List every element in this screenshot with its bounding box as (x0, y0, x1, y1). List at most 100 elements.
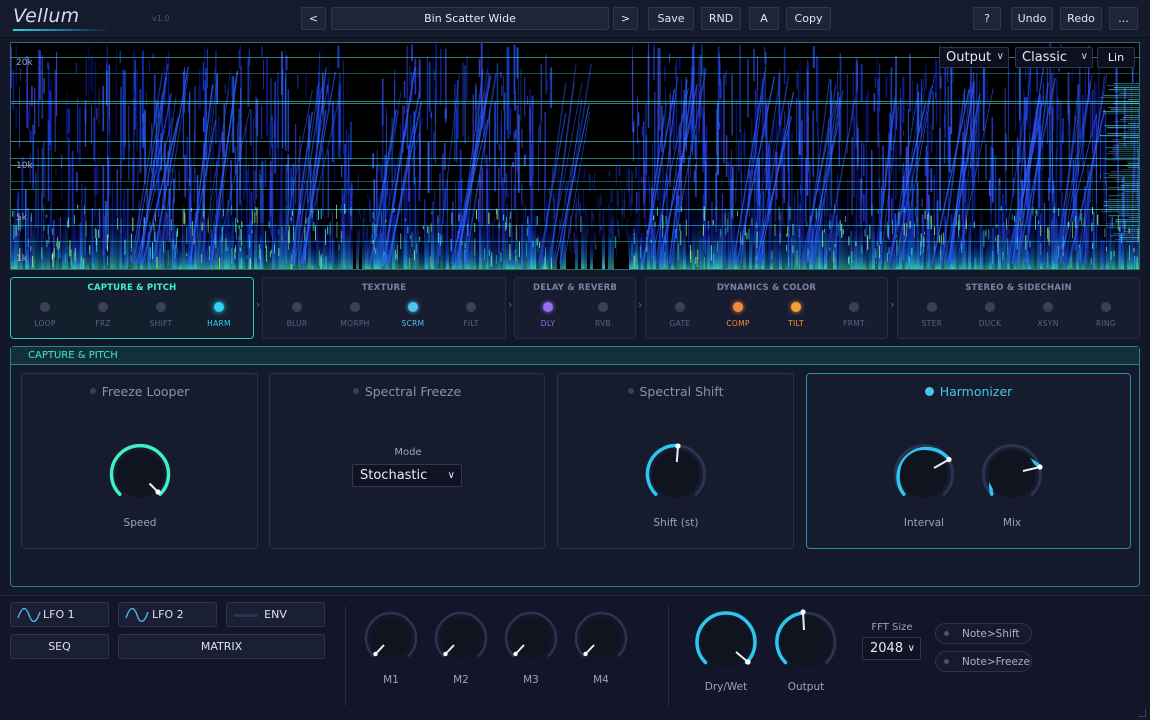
knob-body (900, 450, 948, 498)
slot-frmt[interactable]: FRMT (834, 302, 874, 328)
interval-knob[interactable] (890, 440, 958, 508)
card-freeze-looper[interactable]: Freeze Looper Speed (21, 373, 258, 549)
copy-button[interactable]: Copy (786, 7, 831, 30)
sine-wave-icon (17, 608, 41, 622)
undo-button[interactable]: Undo (1011, 7, 1053, 30)
power-indicator[interactable] (89, 388, 96, 394)
save-button[interactable]: Save (648, 7, 694, 30)
next-preset-button[interactable]: > (613, 7, 638, 30)
power-indicator[interactable] (924, 387, 934, 396)
power-indicator[interactable] (627, 388, 634, 394)
knob-handle (1037, 464, 1043, 470)
slot-harm[interactable]: HARM (199, 302, 239, 328)
note-freeze-label: Note>Freeze (962, 655, 1030, 668)
mode-select[interactable]: Stochastic ∨ (352, 464, 462, 487)
slot-ring[interactable]: RING (1086, 302, 1126, 328)
slot-scrm[interactable]: SCRM (393, 302, 433, 328)
slot-comp[interactable]: COMP (718, 302, 758, 328)
lfo2-button[interactable]: LFO 2 (118, 602, 217, 627)
macro-m1-knob[interactable] (362, 609, 420, 667)
env-button[interactable]: ENV (226, 602, 325, 627)
slot-blur[interactable]: BLUR (277, 302, 317, 328)
macro-m3-knob[interactable] (502, 609, 560, 667)
randomize-button[interactable]: RND (701, 7, 741, 30)
card-title[interactable]: Harmonizer (807, 384, 1130, 399)
macro-m4-knob[interactable] (572, 609, 630, 667)
module-title: STEREO & SIDECHAIN (965, 283, 1072, 293)
mix-knob[interactable] (978, 440, 1046, 508)
slot-duck[interactable]: DUCK (970, 302, 1010, 328)
card-title[interactable]: Spectral Shift (558, 384, 793, 399)
slot-frz[interactable]: FRZ (83, 302, 123, 328)
chevron-down-icon: ∨ (447, 470, 455, 481)
header-bar: Vellum v1.0 < Bin Scatter Wide > Save RN… (0, 0, 1150, 38)
note-shift-toggle[interactable]: Note>Shift (935, 623, 1032, 644)
mode-label: Mode (394, 447, 422, 458)
card-spectral-freeze[interactable]: Spectral Freeze Mode Stochastic ∨ (269, 373, 545, 549)
slot-label: STER (921, 319, 943, 328)
slot-label: BLUR (286, 319, 308, 328)
slot-tilt[interactable]: TILT (776, 302, 816, 328)
knob-label: Shift (st) (653, 517, 699, 529)
spectrogram-display[interactable]: 20k 10k 5k 1k Output ∨ Classic ∨ Lin (10, 42, 1140, 270)
modulation-bar: LFO 1 LFO 2 ENV SEQ MATRIX M1 M2 M3 M4 D… (0, 595, 1150, 720)
slot-indicator (156, 302, 166, 312)
slot-indicator (292, 302, 302, 312)
dry-wet-label: Dry/Wet (704, 681, 748, 693)
slot-shift[interactable]: SHIFT (141, 302, 181, 328)
slot-loop[interactable]: LOOP (25, 302, 65, 328)
card-title[interactable]: Spectral Freeze (270, 384, 544, 399)
lfo1-button[interactable]: LFO 1 (10, 602, 109, 627)
dry-wet-knob[interactable] (691, 607, 761, 677)
sine-wave-icon (125, 608, 149, 622)
preset-name-display[interactable]: Bin Scatter Wide (331, 7, 609, 30)
view-select[interactable]: Output ∨ (939, 47, 1009, 68)
slot-gate[interactable]: GATE (660, 302, 700, 328)
prev-preset-button[interactable]: < (301, 7, 326, 30)
speed-knob[interactable] (106, 440, 174, 508)
style-select-value: Classic (1022, 50, 1067, 65)
card-title-text: Spectral Freeze (364, 384, 462, 399)
scale-toggle-button[interactable]: Lin (1097, 47, 1135, 68)
slot-label: SHIFT (149, 319, 173, 328)
knob-body (781, 617, 831, 667)
module-dynamics-color[interactable]: DYNAMICS & COLOR GATE COMP TILT FRMT (645, 277, 888, 339)
note-freeze-toggle[interactable]: Note>Freeze (935, 651, 1032, 672)
slot-indicator (98, 302, 108, 312)
power-indicator[interactable] (352, 388, 359, 394)
chevron-right-icon: › (256, 298, 261, 311)
slot-indicator (214, 302, 224, 312)
seq-button[interactable]: SEQ (10, 634, 109, 659)
module-texture[interactable]: TEXTURE BLUR MORPH SCRM FILT (262, 277, 506, 339)
style-select[interactable]: Classic ∨ (1015, 47, 1093, 68)
slot-label: TILT (788, 319, 804, 328)
slot-dly[interactable]: DLY (528, 302, 568, 328)
card-harmonizer[interactable]: Harmonizer Interval Mix (806, 373, 1131, 549)
more-menu-button[interactable]: ... (1109, 7, 1138, 30)
card-spectral-shift[interactable]: Spectral Shift Shift (st) (557, 373, 794, 549)
slot-rvb[interactable]: RVB (583, 302, 623, 328)
resize-handle[interactable] (1138, 709, 1146, 717)
slot-label: SCRM (401, 319, 425, 328)
slot-ster[interactable]: STER (912, 302, 952, 328)
matrix-button[interactable]: MATRIX (118, 634, 325, 659)
module-stereo-sidechain[interactable]: STEREO & SIDECHAIN STER DUCK XSYN RING (897, 277, 1140, 339)
card-title[interactable]: Freeze Looper (22, 384, 257, 399)
slot-xsyn[interactable]: XSYN (1028, 302, 1068, 328)
freq-label-5k: 5k (16, 213, 27, 223)
slot-morph[interactable]: MORPH (335, 302, 375, 328)
output-knob[interactable] (771, 607, 841, 677)
slot-indicator (927, 302, 937, 312)
help-button[interactable]: ? (973, 7, 1001, 30)
macro-m2-knob[interactable] (432, 609, 490, 667)
knob-handle (946, 456, 952, 463)
chevron-right-icon: › (890, 298, 895, 311)
fft-size-select[interactable]: 2048 ∨ (862, 637, 921, 660)
module-capture-pitch[interactable]: CAPTURE & PITCH LOOP FRZ SHIFT HARM (10, 277, 254, 339)
redo-button[interactable]: Redo (1060, 7, 1102, 30)
module-delay-reverb[interactable]: DELAY & REVERB DLY RVB (514, 277, 636, 339)
module-title: DYNAMICS & COLOR (716, 283, 817, 293)
shift-knob[interactable] (642, 440, 710, 508)
ab-compare-button[interactable]: A (749, 7, 779, 30)
slot-filt[interactable]: FILT (451, 302, 491, 328)
